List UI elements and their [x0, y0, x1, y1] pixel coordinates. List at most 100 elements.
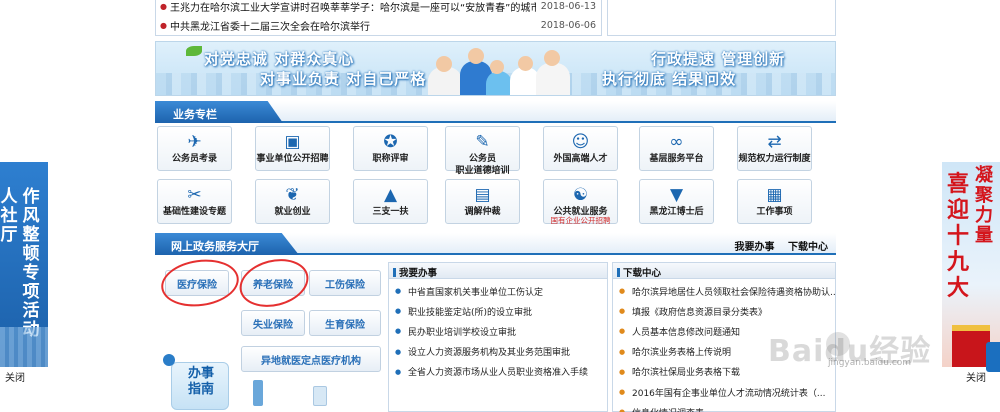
business-section-title: 业务专栏: [155, 101, 283, 123]
unemployment-insurance-button[interactable]: 失业保险: [241, 310, 305, 336]
list-item-label: 2016年国有企事业单位人才流动情况统计表（...: [632, 388, 826, 399]
right-floating-ad[interactable]: 喜迎十九大 凝聚力量: [942, 162, 1000, 367]
work-list: ● 中省直国家机关事业单位工伤认定 ● 职业技能鉴定站(所)的设立审批 ● 民办职业培训学…: [389, 279, 607, 382]
tile-label: 职称评审: [372, 154, 409, 164]
news-item[interactable]: ● 王兆力在哈尔滨工业大学宣讲时召唤莘莘学子：哈尔滨是一座可以“安放青春”的城市…: [160, 0, 596, 15]
business-tile[interactable]: ▤ 调解仲裁: [445, 179, 520, 224]
banner-slogan-right-2: 执行彻底 结果问效: [602, 70, 737, 88]
tile-label: 基础性建设专题: [162, 207, 226, 217]
watermark-url: jingyan.baidu.com: [828, 358, 912, 368]
bullet-icon: ●: [619, 287, 626, 296]
business-tile[interactable]: ∞ 基层服务平台: [639, 126, 714, 171]
bullet-icon: ●: [395, 347, 402, 356]
business-tile[interactable]: ▣ 事业单位公开招聘: [255, 126, 330, 171]
book-icon: ▤: [474, 185, 491, 205]
list-item[interactable]: ● 职业技能鉴定站(所)的设立审批: [389, 301, 607, 321]
right-ad-text-2: 凝聚力量: [975, 165, 993, 246]
list-item[interactable]: ● 哈尔滨异地居住人员领取社会保险待遇资格协助认...: [613, 281, 835, 301]
close-left-ad-button[interactable]: 关闭: [5, 369, 25, 384]
handshake-icon: ☯: [572, 185, 589, 205]
list-item-label: 全省人力资源市场从业人员职业资格准入手续: [408, 368, 589, 379]
guide-graphic[interactable]: 办事指南: [163, 354, 245, 412]
list-item[interactable]: ●信息化情况调查表: [613, 402, 835, 412]
business-tile[interactable]: ▲ 三支一扶: [353, 179, 428, 224]
hall-section-header: 网上政务服务大厅 我要办事 下载中心: [155, 233, 836, 255]
list-item[interactable]: ● 人员基本信息修改问题通知: [613, 321, 835, 341]
bullet-icon: ●: [619, 307, 626, 316]
list-item[interactable]: ● 全省人力资源市场从业人员职业资格准入手续: [389, 362, 607, 382]
business-tile[interactable]: ▼ 黑龙江博士后: [639, 179, 714, 224]
left-floating-ad[interactable]: 人社厅 作风整顿专项活动: [0, 162, 48, 367]
person-check-icon: ☺: [571, 132, 590, 152]
side-info-box: [607, 0, 836, 36]
pension-insurance-button[interactable]: 养老保险: [241, 270, 305, 296]
list-item[interactable]: ● 哈尔滨社保局业务表格下载: [613, 362, 835, 382]
hall-section-title: 网上政务服务大厅: [155, 233, 299, 255]
guide-text: 办事指南: [187, 366, 214, 397]
bullet-icon: ●: [395, 307, 402, 316]
business-tile[interactable]: ✎ 公务员职业道德培训: [445, 126, 520, 176]
pen-icon: ✎: [475, 132, 490, 152]
tile-label: 工作事项: [756, 207, 793, 217]
medical-insurance-button[interactable]: 医疗保险: [165, 270, 229, 296]
id-card-icon: ▣: [284, 132, 301, 152]
tile-label: 基层服务平台: [649, 154, 704, 164]
business-tile[interactable]: ✈ 公务员考录: [157, 126, 232, 171]
list-item-label: 填报《政府信息资源目录分类表》: [632, 307, 768, 318]
slogan-banner[interactable]: 对党忠诚 对群众真心 对事业负责 对自己严格 行政提速 管理创新 执行彻底 结果…: [155, 41, 836, 96]
plane-icon: ✈: [187, 132, 202, 152]
person-icon: [163, 354, 175, 366]
bullet-icon: ●: [395, 287, 402, 296]
list-item[interactable]: ● 民办职业培训学校设立审批: [389, 321, 607, 341]
business-tile[interactable]: ▦ 工作事项: [737, 179, 812, 224]
business-tile[interactable]: ⇄ 规范权力运行制度: [737, 126, 812, 171]
tile-label: 外国高端人才: [553, 154, 608, 164]
banner-slogan-left-1: 对党忠诚 对群众真心: [204, 50, 355, 68]
arrows-icon: ⇄: [767, 132, 782, 152]
tent-icon: ▲: [383, 185, 398, 205]
download-list: ● 哈尔滨异地居住人员领取社会保险待遇资格协助认... ● 填报《政府信息资源目录分类…: [613, 279, 835, 412]
link-icon: ∞: [669, 132, 684, 152]
list-item-label: 人员基本信息修改问题通知: [632, 327, 741, 338]
list-item[interactable]: ● 2016年国有企事业单位人才流动情况统计表（...: [613, 382, 835, 402]
link-work[interactable]: 我要办事: [735, 242, 775, 253]
side-scroll-tab[interactable]: [986, 342, 1000, 372]
list-item[interactable]: ● 设立人力资源服务机构及其业务范围审批: [389, 342, 607, 362]
tile-label: 公务员考录: [171, 154, 217, 164]
business-tile[interactable]: ☺ 外国高端人才: [543, 126, 618, 171]
tile-label: 公务员: [468, 154, 496, 164]
leaf-icon: ❦: [285, 185, 300, 205]
building-silhouette: [0, 327, 48, 367]
left-ad-text-2: 作风整顿专项活动: [22, 187, 40, 340]
business-tile[interactable]: ❦ 就业创业: [255, 179, 330, 224]
list-item[interactable]: ● 哈尔滨业务表格上传说明: [613, 342, 835, 362]
link-download[interactable]: 下载中心: [788, 242, 828, 253]
maternity-insurance-button[interactable]: 生育保险: [309, 310, 381, 336]
list-item-label: 设立人力资源服务机构及其业务范围审批: [408, 348, 571, 359]
download-panel-title: 下载中心: [613, 263, 835, 279]
news-title[interactable]: 中共黑龙江省委十二届三次全会在哈尔滨举行: [170, 18, 536, 33]
close-right-ad-button[interactable]: 关闭: [966, 369, 986, 384]
bullet-icon: ●: [619, 388, 626, 397]
news-item[interactable]: ● 中共黑龙江省委十二届三次全会在哈尔滨举行 2018-06-06: [160, 16, 596, 34]
injury-insurance-button[interactable]: 工伤保险: [309, 270, 381, 296]
tile-label: 黑龙江博士后: [649, 207, 704, 217]
list-item[interactable]: ● 填报《政府信息资源目录分类表》: [613, 301, 835, 321]
business-tile[interactable]: ☯ 公共就业服务 国有企业公开招聘: [543, 179, 618, 225]
graduate-icon: ▼: [669, 185, 684, 205]
bullet-icon: ●: [395, 367, 402, 376]
news-title[interactable]: 王兆力在哈尔滨工业大学宣讲时召唤莘莘学子：哈尔滨是一座可以“安放青春”的城市: [170, 0, 536, 14]
bullet-icon: ●: [619, 347, 626, 356]
list-item[interactable]: ● 中省直国家机关事业单位工伤认定: [389, 281, 607, 301]
bullet-icon: ●: [160, 1, 167, 11]
business-tile[interactable]: ✂ 基础性建设专题: [157, 179, 232, 224]
list-item-label: 职业技能鉴定站(所)的设立审批: [408, 307, 533, 318]
business-tile[interactable]: ✪ 职称评审: [353, 126, 428, 171]
work-panel-title: 我要办事: [389, 263, 607, 279]
remote-medical-button[interactable]: 异地就医定点医疗机构: [241, 346, 381, 372]
main-content: ● 王兆力在哈尔滨工业大学宣讲时召唤莘莘学子：哈尔滨是一座可以“安放青春”的城市…: [155, 0, 836, 412]
tile-label: 职业道德培训: [455, 166, 510, 176]
banner-slogan-left-2: 对事业负责 对自己严格: [260, 70, 427, 88]
tile-label: 事业单位公开招聘: [256, 154, 329, 164]
dove-icon: [186, 46, 202, 56]
